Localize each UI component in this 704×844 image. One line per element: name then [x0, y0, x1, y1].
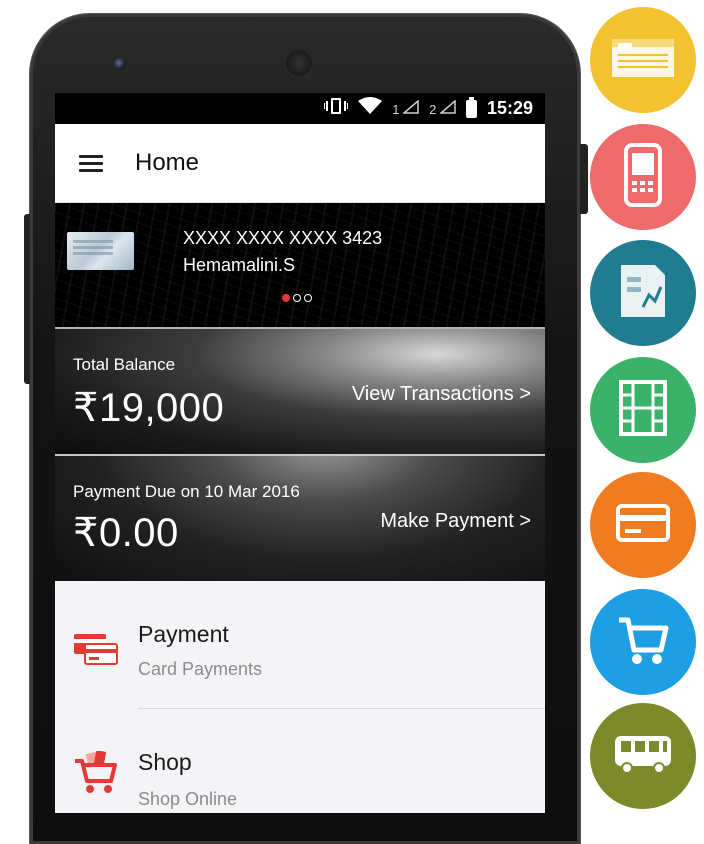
menu-item-title: Shop [138, 749, 192, 775]
status-bar: 1 2 15:29 [55, 93, 545, 124]
menu-item-shop[interactable]: Shop Shop Online [55, 709, 545, 813]
signal-icon [438, 99, 456, 114]
menu-list: Payment Card Payments Shop Shop Online [55, 581, 545, 813]
payment-due-panel: Payment Due on 10 Mar 2016 ₹0.00 Make Pa… [55, 454, 545, 581]
app-bar: Home [55, 124, 545, 203]
payment-due-amount: ₹0.00 [73, 511, 179, 555]
card-holder-name: Hemamalini.S [183, 255, 296, 275]
feature-shopping[interactable] [590, 589, 696, 695]
make-payment-link[interactable]: Make Payment > [380, 510, 531, 533]
carousel-pager [282, 294, 312, 302]
earpiece-speaker [284, 48, 314, 78]
signal-icon [402, 99, 419, 114]
feature-credit-card[interactable] [590, 472, 696, 578]
sim1-signal: 1 [392, 99, 419, 117]
front-camera [114, 58, 126, 70]
page-title: Home [135, 149, 200, 176]
battery-icon [465, 96, 477, 118]
film-icon [617, 379, 669, 441]
vibrate-icon [323, 97, 350, 120]
bill-chart-icon [617, 261, 669, 326]
mobile-phone-icon [620, 142, 666, 212]
card-carousel[interactable]: XXXX XXXX XXXX 3423 Hemamalini.S [55, 203, 545, 327]
credit-card-icon [615, 503, 671, 548]
menu-item-subtitle: Shop Online [138, 789, 238, 809]
card-number: XXXX XXXX XXXX 3423 [183, 228, 383, 248]
cheque-icon [608, 33, 678, 88]
phone-screen: 1 2 15:29 Home XXXX XXXX XXXX 3423 Hemam… [55, 93, 545, 813]
view-transactions-link[interactable]: View Transactions > [352, 383, 531, 406]
total-balance-label: Total Balance [73, 355, 176, 374]
feature-mobile-recharge[interactable] [590, 124, 696, 230]
menu-item-title: Payment [138, 621, 229, 647]
shopping-cart-icon [615, 612, 671, 673]
power-button [580, 144, 588, 214]
credit-card-thumbnail [67, 232, 134, 270]
volume-button [24, 214, 30, 384]
pager-dot[interactable] [293, 294, 301, 302]
pager-dot[interactable] [304, 294, 312, 302]
pager-dot[interactable] [282, 294, 290, 302]
feature-bill-pay[interactable] [590, 240, 696, 346]
feature-movies[interactable] [590, 357, 696, 463]
payment-due-label: Payment Due on 10 Mar 2016 [73, 482, 300, 501]
menu-item-payment[interactable]: Payment Card Payments [55, 581, 545, 709]
shopping-cart-icon [73, 750, 119, 800]
menu-item-subtitle: Card Payments [138, 659, 263, 679]
bus-icon [611, 732, 675, 781]
hamburger-menu-icon[interactable] [79, 151, 103, 176]
status-time: 15:29 [486, 98, 533, 118]
card-payment-icon [73, 633, 119, 670]
sim2-label: 2 [429, 102, 437, 117]
status-icons: 1 2 15:29 [323, 96, 533, 120]
feature-bus-tickets[interactable] [590, 703, 696, 809]
wifi-icon [358, 97, 383, 120]
sim1-label: 1 [392, 102, 400, 117]
total-balance-amount: ₹19,000 [73, 386, 225, 430]
total-balance-panel: Total Balance ₹19,000 View Transactions … [55, 327, 545, 454]
sim2-signal: 2 [429, 99, 456, 117]
feature-cheque[interactable] [590, 7, 696, 113]
